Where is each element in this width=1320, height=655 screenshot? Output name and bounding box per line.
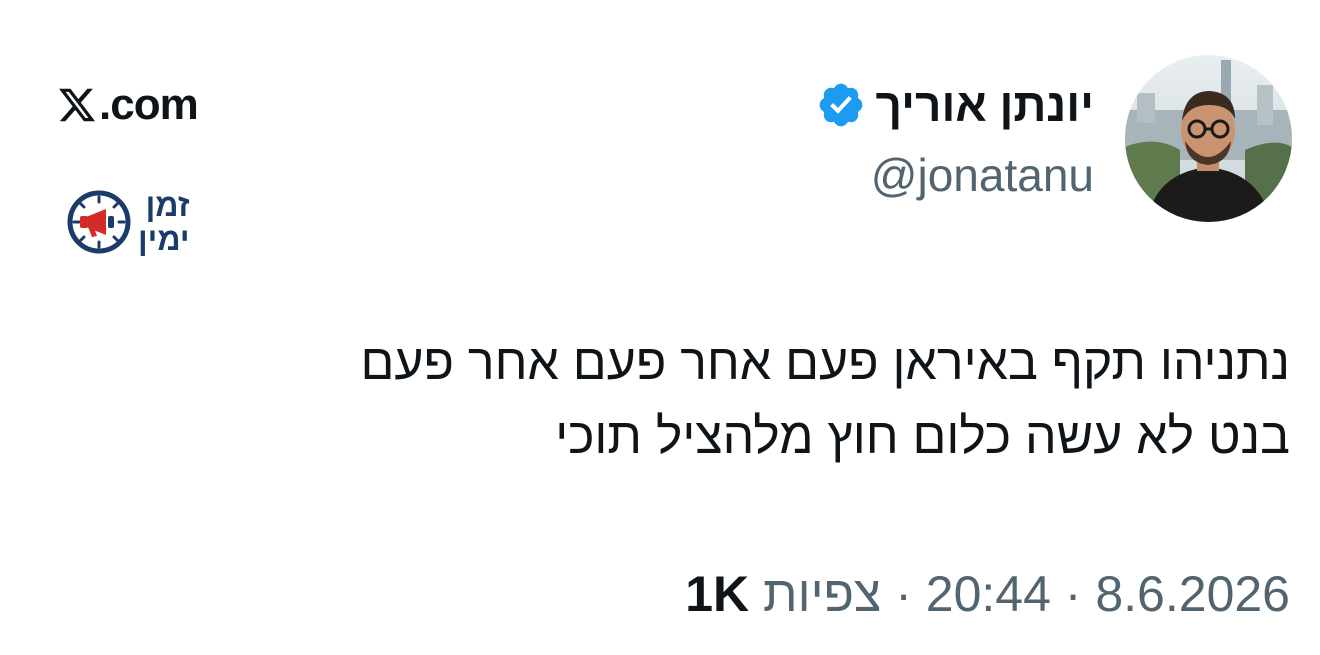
tweet-meta: 8.6.2026 · 20:44 · צפיות 1K bbox=[685, 565, 1290, 623]
publisher-wordmark-line1: זמן bbox=[145, 187, 190, 223]
tweet-text-line: נתניהו תקף באיראן פעם אחר פעם אחר פעם bbox=[360, 334, 1291, 390]
tweet-date[interactable]: 8.6.2026 bbox=[1095, 566, 1290, 622]
meta-separator: · bbox=[1064, 566, 1082, 622]
publisher-wordmark: זמן ימין bbox=[138, 188, 190, 256]
site-domain: .com bbox=[99, 80, 199, 129]
verified-badge-icon bbox=[819, 83, 862, 127]
meta-separator: · bbox=[895, 566, 912, 622]
author-handle[interactable]: @jonatanu bbox=[871, 148, 1094, 202]
publisher-logo: זמן ימין bbox=[66, 188, 190, 256]
views-count[interactable]: 1K bbox=[685, 566, 749, 622]
tweet-time[interactable]: 20:44 bbox=[926, 566, 1051, 622]
views-label: צפיות bbox=[763, 566, 882, 622]
author-name-row[interactable]: יונתן אוריך bbox=[816, 78, 1095, 132]
author-avatar[interactable] bbox=[1125, 55, 1292, 222]
site-label: .com bbox=[57, 80, 199, 130]
x-logo-icon bbox=[59, 88, 96, 122]
publisher-wordmark-line2: ימין bbox=[138, 221, 190, 257]
tweet-text: נתניהו תקף באיראן פעם אחר פעם אחר פעם בנ… bbox=[210, 325, 1291, 473]
author-name[interactable]: יונתן אוריך bbox=[876, 78, 1095, 132]
tweet-text-line: בנט לא עשה כלום חוץ מלהציל תוכי bbox=[555, 408, 1290, 464]
megaphone-clock-icon bbox=[67, 190, 131, 254]
